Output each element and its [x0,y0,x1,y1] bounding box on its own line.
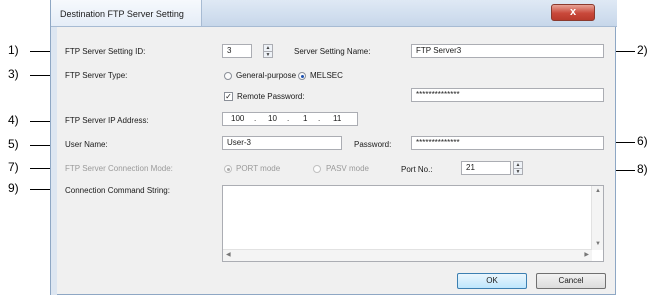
ip-octet-4[interactable]: 11 [333,113,341,125]
left-frame-strip [51,27,57,295]
scroll-down-icon[interactable]: ▼ [595,241,601,247]
remote-password-label[interactable]: Remote Password: [237,92,305,101]
title-tab: Destination FTP Server Setting [51,0,202,26]
ip-dot-3: . [318,114,321,123]
pasv-mode-label[interactable]: PASV mode [326,164,369,173]
command-string-label: Connection Command String: [65,186,170,195]
scroll-right-icon[interactable]: ▶ [584,251,589,258]
callout-3: 3) [8,67,19,81]
setting-id-label: FTP Server Setting ID: [65,47,146,56]
dialog-title: Destination FTP Server Setting [60,9,184,19]
callout-4: 4) [8,113,19,127]
server-type-label: FTP Server Type: [65,71,128,80]
callout-8: 8) [637,162,648,176]
port-no-field[interactable]: 21 [461,161,511,175]
close-icon: x [569,6,577,18]
general-purpose-radio[interactable] [224,72,232,80]
cancel-button[interactable]: Cancel [536,273,606,289]
remote-password-checkbox[interactable]: ✓ [224,92,233,101]
melsec-radio[interactable] [298,72,306,80]
spin-down-arrow-icon[interactable]: ▼ [264,51,272,58]
port-no-spinner[interactable]: ▲ ▼ [513,161,523,175]
remote-password-field[interactable]: ************** [411,88,604,102]
spin-down-arrow-icon[interactable]: ▼ [514,168,522,175]
setting-id-spinner[interactable]: ▲ ▼ [263,44,273,58]
scroll-left-icon[interactable]: ◀ [226,251,231,258]
ip-dot-1: . [254,114,257,123]
password-field[interactable]: ************** [411,136,604,150]
callout-6: 6) [637,134,648,148]
ip-dot-2: . [287,114,290,123]
pasv-mode-radio[interactable] [313,165,321,173]
port-no-label: Port No.: [401,165,433,174]
ip-address-label: FTP Server IP Address: [65,116,149,125]
ok-button[interactable]: OK [457,273,527,289]
connection-mode-label: FTP Server Connection Mode: [65,164,173,173]
vertical-scrollbar[interactable]: ▲ ▼ [591,186,603,250]
setting-id-field[interactable]: 3 [222,44,252,58]
command-string-textarea[interactable]: ▲ ▼ ◀ ▶ [222,185,604,262]
callout-9: 9) [8,181,19,195]
user-name-label: User Name: [65,140,108,149]
port-mode-radio[interactable] [224,165,232,173]
close-button[interactable]: x [551,4,595,21]
user-name-field[interactable]: User-3 [222,136,342,150]
title-bar: Destination FTP Server Setting x [51,0,617,27]
ip-octet-1[interactable]: 100 [231,113,244,125]
ip-octet-2[interactable]: 10 [268,113,277,125]
callout-5: 5) [8,137,19,151]
horizontal-scrollbar[interactable]: ◀ ▶ [223,249,592,261]
callout-2: 2) [637,43,648,57]
general-purpose-label[interactable]: General-purpose [236,71,296,80]
callout-7: 7) [8,160,19,174]
port-mode-label[interactable]: PORT mode [236,164,280,173]
ip-octet-3[interactable]: 1 [303,113,307,125]
password-label: Password: [354,140,392,149]
scroll-up-icon[interactable]: ▲ [595,188,601,194]
callout-1: 1) [8,43,19,57]
ip-address-field[interactable]: 100 . 10 . 1 . 11 [222,112,358,126]
ftp-server-setting-dialog: Destination FTP Server Setting x FTP Ser… [50,0,617,295]
setting-name-label: Server Setting Name: [294,47,371,56]
melsec-label[interactable]: MELSEC [310,71,343,80]
setting-name-field[interactable]: FTP Server3 [411,44,604,58]
